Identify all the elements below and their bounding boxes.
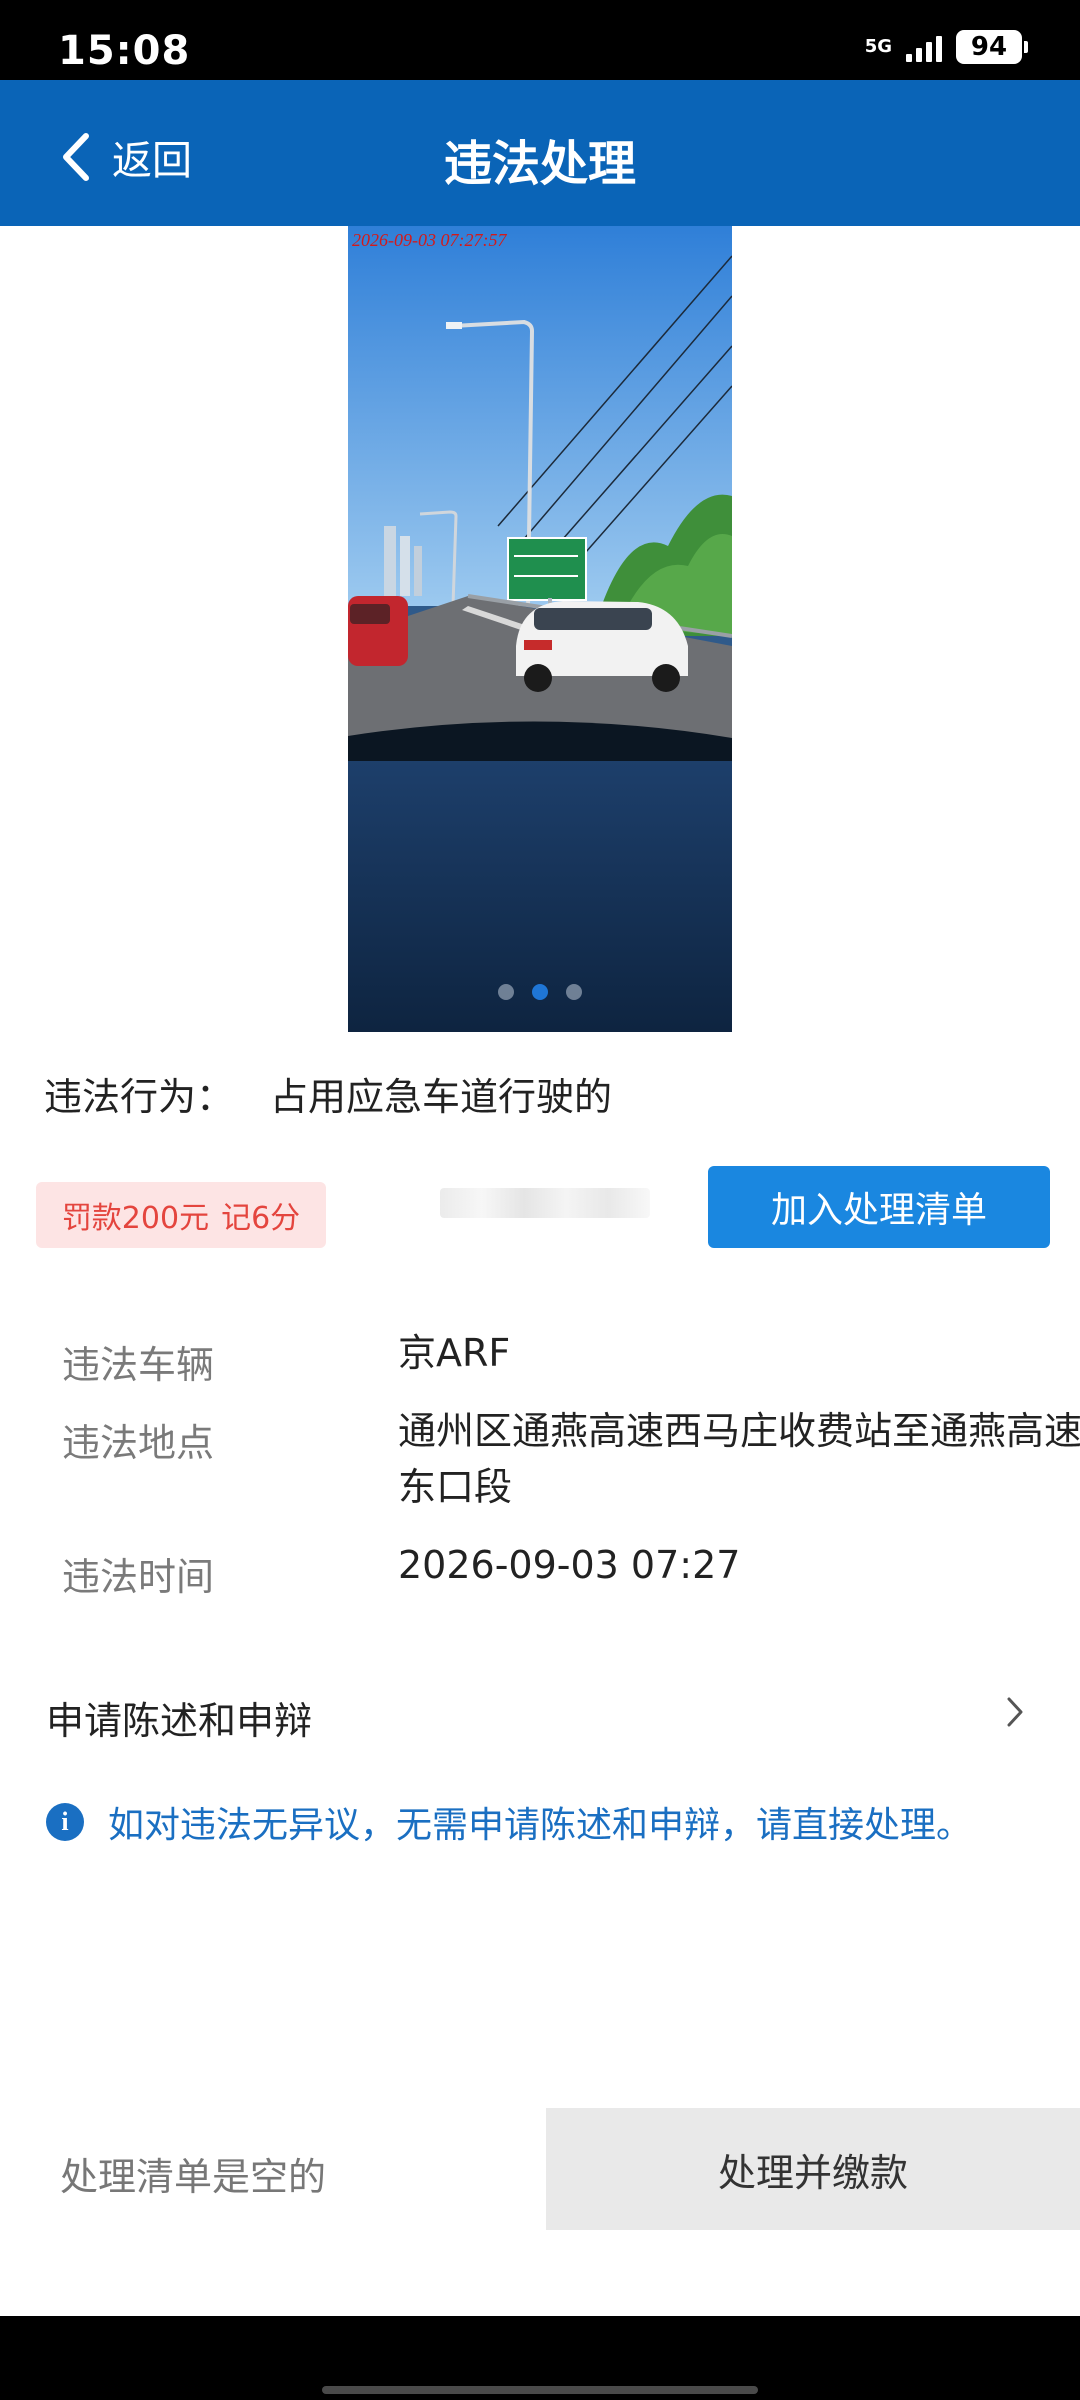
- carousel-dot[interactable]: [498, 984, 514, 1000]
- behavior-label: 违法行为：: [44, 1075, 235, 1119]
- list-empty-text: 处理清单是空的: [60, 2155, 327, 2199]
- penalty-points: 记6分: [221, 1201, 301, 1236]
- chevron-right-icon: [1007, 1697, 1023, 1727]
- appeal-label: 申请陈述和申辩: [46, 1699, 313, 1743]
- carousel-indicator: [348, 984, 732, 1000]
- signal-icon: [906, 32, 942, 62]
- appeal-row[interactable]: 申请陈述和申辩: [0, 1678, 1080, 1748]
- status-bar: 15:08 5G 94: [0, 0, 1080, 80]
- detail-label: 违法地点: [62, 1421, 215, 1465]
- status-indicators: 5G 94: [864, 30, 1028, 64]
- add-to-list-button[interactable]: 加入处理清单: [708, 1166, 1050, 1248]
- detail-value: 2026-09-03 07:27: [398, 1543, 741, 1587]
- fine-amount: 罚款200元: [61, 1201, 210, 1236]
- evidence-photo: [348, 226, 732, 1032]
- notice: i 如对违法无异议，无需申请陈述和申辩，请直接处理。: [46, 1796, 972, 1848]
- page-title: 违法处理: [443, 136, 636, 192]
- fine-badge: 罚款200元 记6分: [36, 1182, 326, 1248]
- detail-label: 违法时间: [62, 1555, 215, 1599]
- notice-text: 如对违法无异议，无需申请陈述和申辩，请直接处理。: [108, 1805, 973, 1846]
- info-icon: i: [46, 1803, 84, 1841]
- photo-timestamp: 2026-09-03 07:27:57: [352, 230, 507, 250]
- battery-icon: 94: [956, 30, 1028, 64]
- carousel-dot[interactable]: [566, 984, 582, 1000]
- status-time: 15:08: [58, 28, 191, 74]
- system-nav-bar: [0, 2316, 1080, 2400]
- carousel-dot-active[interactable]: [532, 984, 548, 1000]
- evidence-photo-carousel[interactable]: 2026-09-03 07:27:57: [348, 226, 732, 1032]
- app-header: 返回 违法处理: [0, 80, 1080, 226]
- violation-behavior: 违法行为： 占用应急车道行驶的: [44, 1066, 612, 1121]
- network-type: 5G: [864, 36, 892, 57]
- bottom-action-bar: 处理清单是空的 处理并缴款: [0, 2108, 1080, 2230]
- detail-value: 通州区通燕高速西马庄收费站至通燕高速东口段: [398, 1409, 1080, 1509]
- detail-label: 违法车辆: [62, 1343, 215, 1387]
- behavior-value: 占用应急车道行驶的: [270, 1075, 613, 1119]
- home-indicator[interactable]: [322, 2386, 758, 2394]
- process-and-pay-button[interactable]: 处理并缴款: [546, 2108, 1080, 2230]
- redacted-mark: [440, 1188, 650, 1218]
- detail-value: 京ARF: [398, 1331, 511, 1375]
